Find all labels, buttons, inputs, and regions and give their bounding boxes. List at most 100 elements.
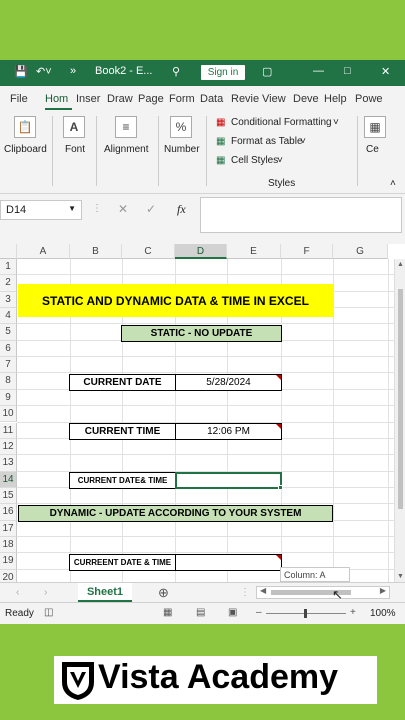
- row-header-9[interactable]: 9: [0, 389, 17, 407]
- ribbon-display-icon[interactable]: ▢: [262, 65, 272, 78]
- select-all-corner[interactable]: [0, 244, 17, 259]
- column-header-b[interactable]: B: [70, 244, 122, 259]
- row-header-16[interactable]: 16: [0, 504, 17, 521]
- row-header-10[interactable]: 10: [0, 406, 17, 423]
- new-sheet-icon[interactable]: ⊕: [158, 585, 169, 601]
- current-date-value-cell[interactable]: 5/28/2024: [175, 374, 282, 391]
- row-header-20[interactable]: 20: [0, 569, 17, 582]
- save-icon[interactable]: 💾: [14, 65, 28, 78]
- cancel-icon[interactable]: ✕: [118, 202, 128, 216]
- row-header-8[interactable]: 8: [0, 373, 17, 390]
- column-header-d[interactable]: D: [175, 244, 227, 259]
- paste-icon[interactable]: 📋: [14, 116, 36, 138]
- current-datetime-value2-cell[interactable]: [175, 554, 282, 571]
- tab-power[interactable]: Powe: [355, 93, 383, 105]
- static-header-cell[interactable]: STATIC - NO UPDATE: [121, 325, 282, 342]
- tab-file[interactable]: File: [10, 93, 28, 105]
- number-group-label[interactable]: Number: [164, 144, 200, 155]
- row-header-14[interactable]: 14: [0, 471, 17, 488]
- scroll-left-icon[interactable]: ◀: [260, 586, 266, 595]
- row-header-4[interactable]: 4: [0, 308, 17, 325]
- conditional-formatting-icon[interactable]: ▦: [216, 117, 225, 128]
- selected-cell-d14[interactable]: [175, 472, 283, 490]
- percent-icon[interactable]: %: [170, 116, 192, 138]
- row-header-12[interactable]: 12: [0, 438, 17, 456]
- sign-in-button[interactable]: Sign in: [201, 65, 245, 80]
- current-datetime-label2-cell[interactable]: CURREENT DATE & TIME: [69, 554, 176, 571]
- scroll-tabs-right-icon[interactable]: ›: [44, 587, 47, 598]
- dynamic-header-cell[interactable]: DYNAMIC - UPDATE ACCORDING TO YOUR SYSTE…: [18, 505, 333, 522]
- row-header-6[interactable]: 6: [0, 340, 17, 358]
- alignment-icon[interactable]: ≡: [115, 116, 137, 138]
- scroll-up-icon[interactable]: ▲: [397, 261, 404, 268]
- column-header-c[interactable]: C: [122, 244, 175, 259]
- zoom-level[interactable]: 100%: [370, 608, 396, 619]
- normal-view-icon[interactable]: ▦: [163, 607, 172, 618]
- tab-insert[interactable]: Inser: [76, 93, 100, 105]
- tab-home[interactable]: Hom: [45, 93, 68, 105]
- zoom-slider-thumb[interactable]: [304, 609, 307, 618]
- page-break-view-icon[interactable]: ▣: [228, 607, 237, 618]
- row-header-7[interactable]: 7: [0, 357, 17, 374]
- accessibility-icon[interactable]: ◫: [44, 607, 53, 618]
- row-header-3[interactable]: 3: [0, 291, 17, 309]
- more-commands-icon[interactable]: »: [70, 65, 76, 77]
- vertical-scrollbar[interactable]: ▲ ▼: [394, 259, 405, 582]
- column-header-e[interactable]: E: [227, 244, 281, 259]
- zoom-out-icon[interactable]: –: [256, 607, 262, 618]
- current-time-label-cell[interactable]: CURRENT TIME: [69, 423, 176, 440]
- alignment-group-label[interactable]: Alignment: [104, 144, 148, 155]
- name-box[interactable]: D14 ▼: [0, 200, 82, 220]
- zoom-in-icon[interactable]: +: [350, 607, 356, 618]
- conditional-formatting-button[interactable]: Conditional Formatting: [231, 117, 332, 128]
- enter-icon[interactable]: ✓: [146, 202, 156, 216]
- fill-handle[interactable]: [278, 485, 283, 490]
- tab-formulas[interactable]: Form: [169, 93, 195, 105]
- zoom-slider[interactable]: [266, 609, 346, 618]
- column-header-g[interactable]: G: [333, 244, 388, 259]
- search-icon[interactable]: ⚲: [172, 65, 180, 78]
- scroll-right-icon[interactable]: ▶: [380, 586, 386, 595]
- tab-developer[interactable]: Deve: [293, 93, 319, 105]
- clipboard-group-label[interactable]: Clipboard: [4, 144, 47, 155]
- row-header-1[interactable]: 1: [0, 259, 17, 276]
- worksheet-grid[interactable]: A B C D E F G STATIC AND DYNAMIC DATA & …: [0, 244, 405, 582]
- cells-group-label[interactable]: Ce: [366, 144, 379, 155]
- cell-styles-button[interactable]: Cell Styles: [231, 155, 278, 166]
- collapse-ribbon-icon[interactable]: ˄: [390, 178, 396, 189]
- format-table-icon[interactable]: ▦: [216, 136, 225, 147]
- close-icon[interactable]: ✕: [381, 65, 390, 78]
- maximize-icon[interactable]: □: [344, 65, 351, 77]
- sheet-tab-sheet1[interactable]: Sheet1: [78, 583, 132, 602]
- row-header-5[interactable]: 5: [0, 324, 17, 341]
- column-header-a[interactable]: A: [17, 244, 70, 259]
- tab-help[interactable]: Help: [324, 93, 347, 105]
- row-header-19[interactable]: 19: [0, 553, 17, 570]
- formula-input[interactable]: [200, 197, 402, 233]
- current-datetime-label-cell[interactable]: CURRENT DATE& TIME: [69, 472, 176, 489]
- undo-icon[interactable]: ↶˅: [36, 65, 52, 78]
- row-header-13[interactable]: 13: [0, 455, 17, 472]
- row-header-15[interactable]: 15: [0, 487, 17, 505]
- current-time-value-cell[interactable]: 12:06 PM: [175, 423, 282, 440]
- tab-view[interactable]: View: [262, 93, 286, 105]
- font-icon[interactable]: A: [63, 116, 85, 138]
- cell-styles-icon[interactable]: ▦: [216, 155, 225, 166]
- current-date-label-cell[interactable]: CURRENT DATE: [69, 374, 176, 391]
- row-header-2[interactable]: 2: [0, 275, 17, 292]
- cells-icon[interactable]: ▦: [364, 116, 386, 138]
- tab-review[interactable]: Revie: [231, 93, 259, 105]
- row-header-17[interactable]: 17: [0, 520, 17, 537]
- horizontal-scrollbar[interactable]: ◀ ▶: [256, 586, 390, 599]
- tab-page-layout[interactable]: Page: [138, 93, 164, 105]
- chevron-down-icon[interactable]: ▼: [68, 204, 76, 213]
- scroll-tabs-left-icon[interactable]: ‹: [16, 587, 19, 598]
- tab-data[interactable]: Data: [200, 93, 223, 105]
- insert-function-icon[interactable]: fx: [177, 202, 186, 217]
- font-group-label[interactable]: Font: [65, 144, 85, 155]
- scrollbar-thumb[interactable]: [398, 289, 403, 509]
- row-header-18[interactable]: 18: [0, 536, 17, 554]
- row-header-11[interactable]: 11: [0, 422, 17, 439]
- scroll-down-icon[interactable]: ▼: [397, 573, 404, 580]
- title-cell[interactable]: STATIC AND DYNAMIC DATA & TIME IN EXCEL: [18, 284, 333, 317]
